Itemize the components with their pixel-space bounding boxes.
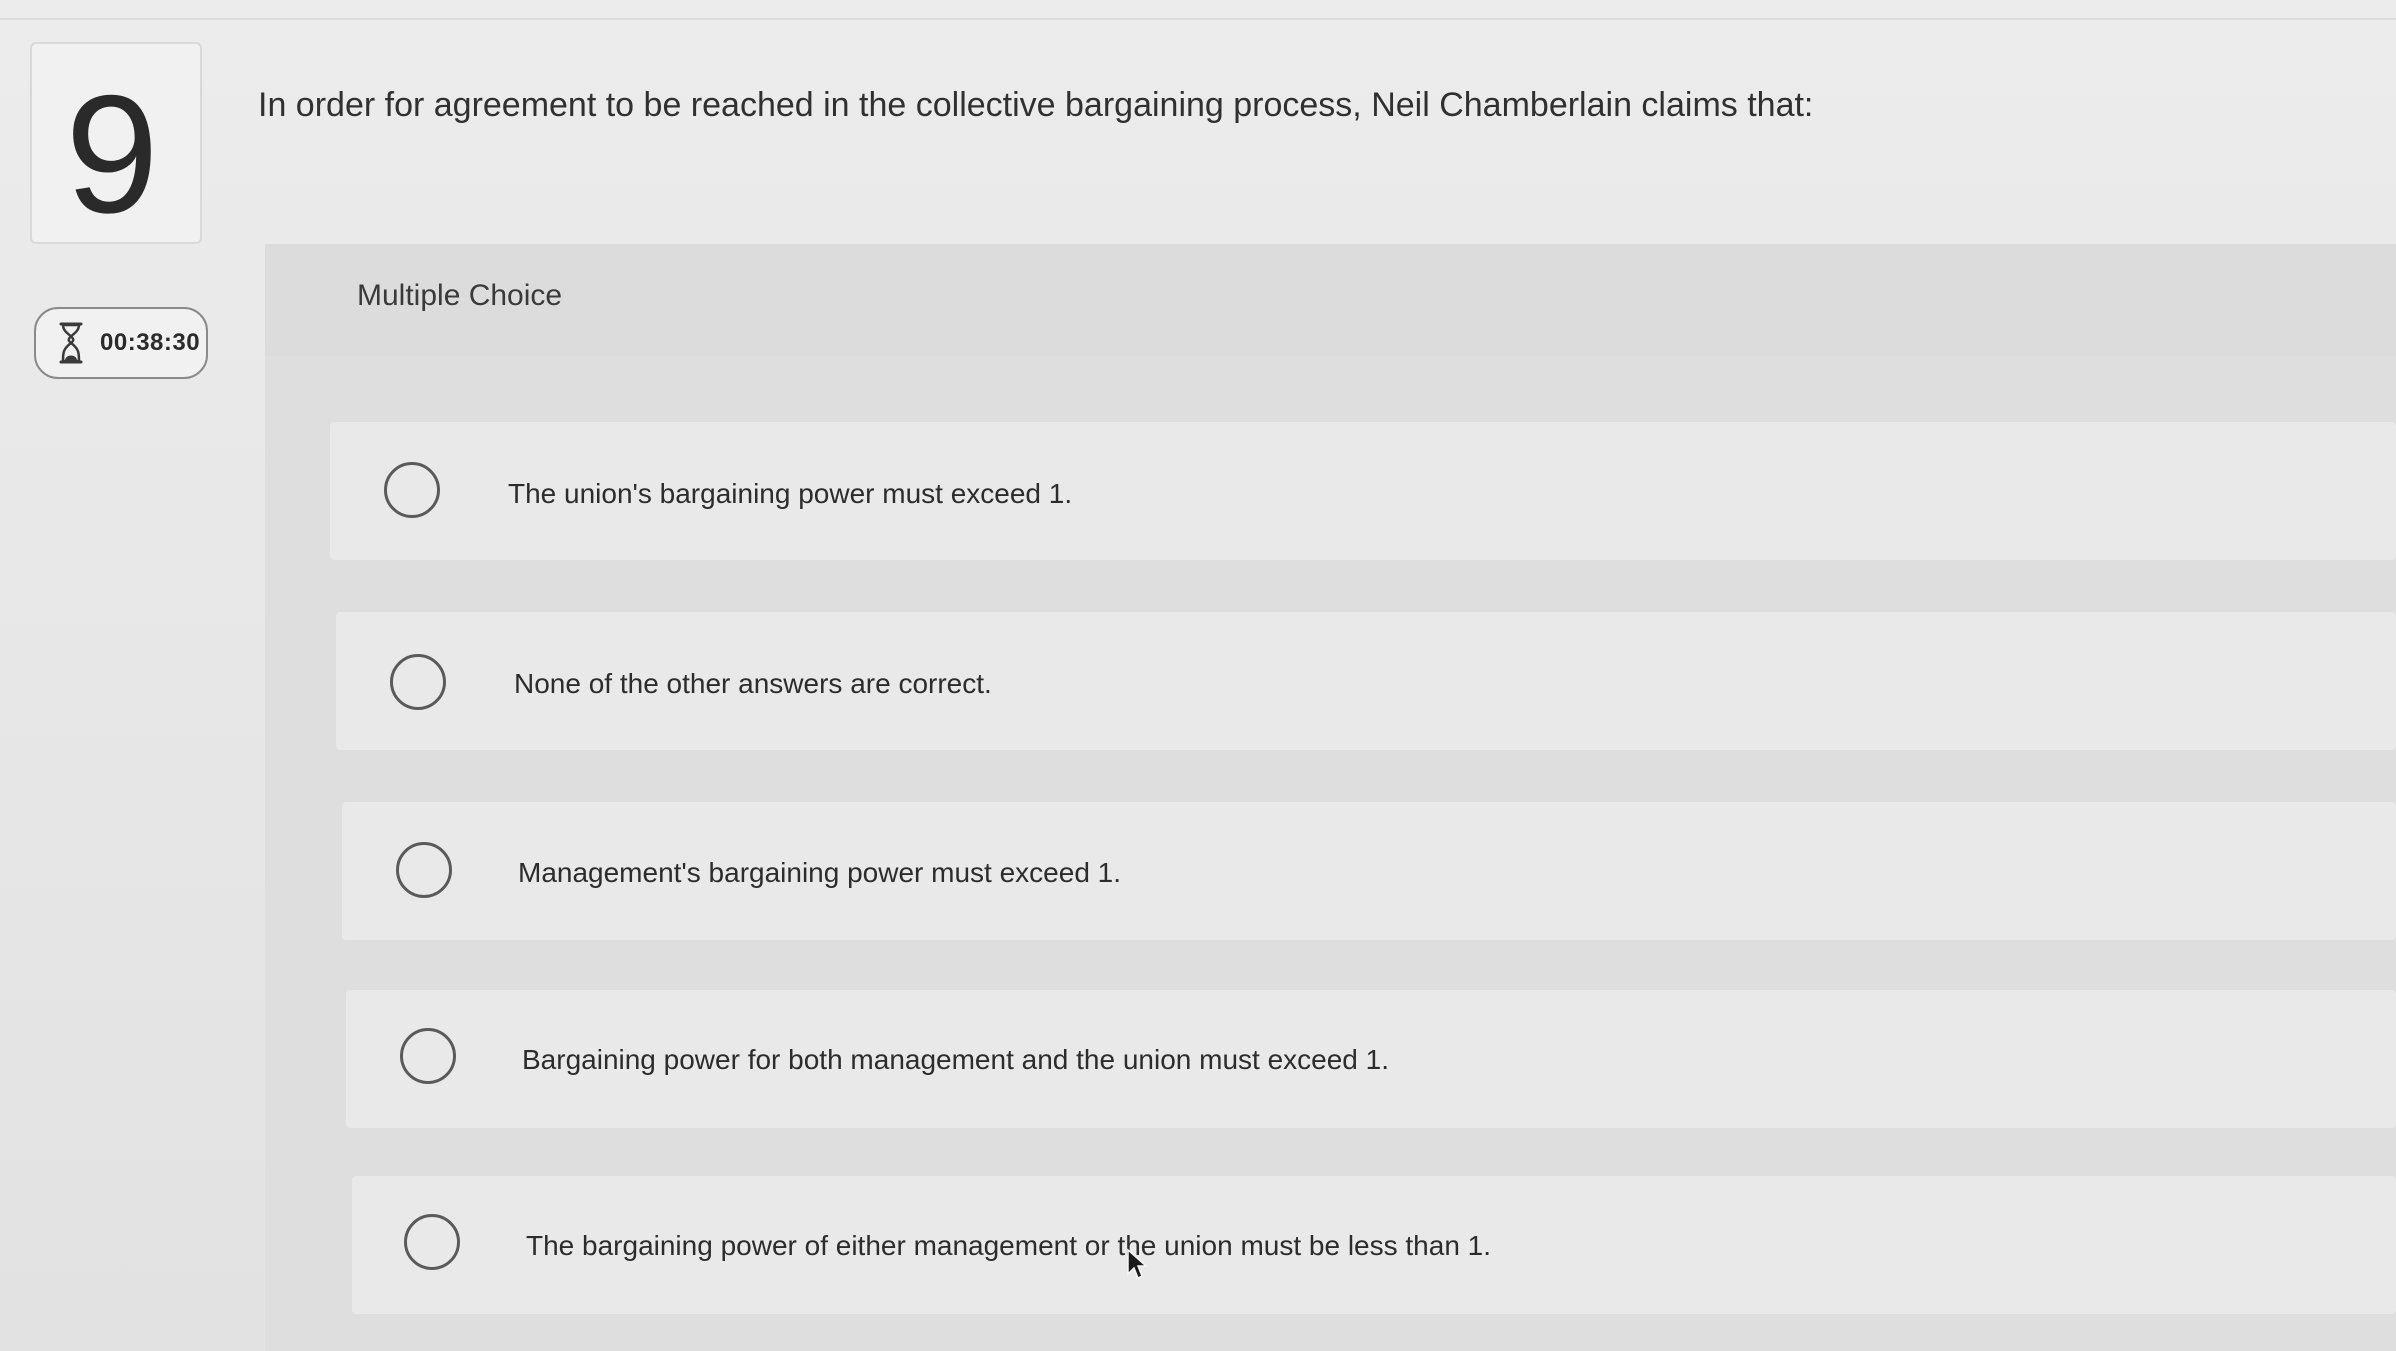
question-number: 9: [65, 60, 159, 248]
hourglass-icon: [59, 322, 83, 364]
radio-button[interactable]: [396, 842, 452, 898]
quiz-page: 9 00:38:30 In order for agreement to be …: [0, 0, 2396, 1351]
mouse-cursor-icon: [1127, 1248, 1148, 1280]
timer-value: 00:38:30: [100, 329, 201, 356]
option-label: Management's bargaining power must excee…: [518, 857, 1122, 888]
answer-option-3[interactable]: Management's bargaining power must excee…: [342, 802, 2396, 940]
option-label: The bargaining power of either managemen…: [526, 1230, 1492, 1261]
answer-option-1[interactable]: The union's bargaining power must exceed…: [330, 422, 2396, 560]
radio-button[interactable]: [384, 462, 440, 518]
radio-button[interactable]: [404, 1214, 460, 1270]
answer-option-5[interactable]: The bargaining power of either managemen…: [352, 1176, 2396, 1314]
question-number-box: 9: [30, 42, 202, 244]
answer-option-2[interactable]: None of the other answers are correct.: [336, 612, 2396, 750]
option-label: The union's bargaining power must exceed…: [508, 478, 1073, 509]
option-label: Bargaining power for both management and…: [522, 1044, 1390, 1075]
option-label: None of the other answers are correct.: [514, 668, 992, 699]
top-divider: [0, 18, 2396, 20]
answer-option-4[interactable]: Bargaining power for both management and…: [346, 990, 2396, 1128]
radio-button[interactable]: [400, 1028, 456, 1084]
question-prompt: In order for agreement to be reached in …: [258, 86, 1814, 124]
timer-badge[interactable]: 00:38:30: [34, 307, 208, 379]
question-type-label: Multiple Choice: [357, 279, 563, 312]
radio-button[interactable]: [390, 654, 446, 710]
answer-panel-header: [265, 244, 2396, 356]
